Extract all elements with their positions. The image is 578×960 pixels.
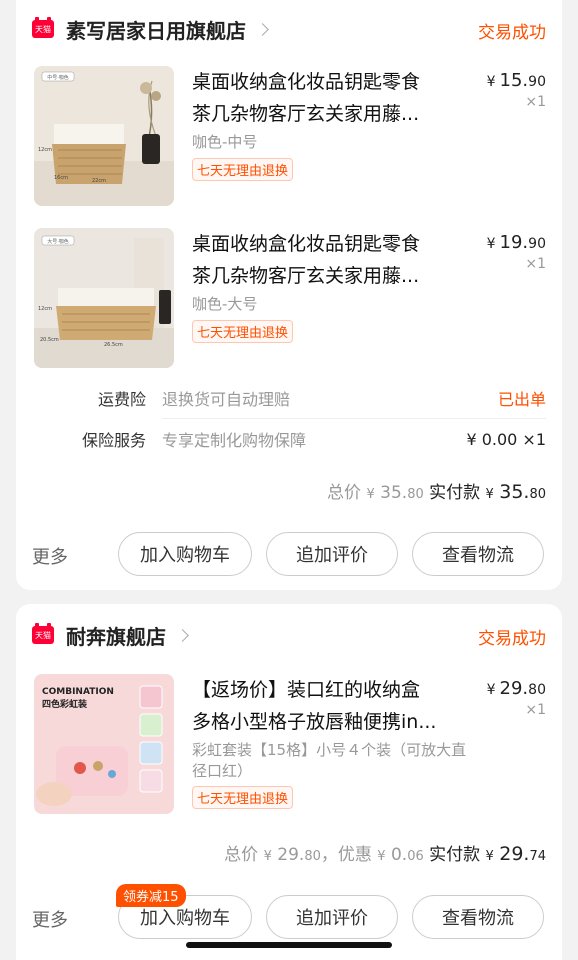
dim-width: 22cm — [92, 178, 106, 184]
product-sku: 咖色-中号 — [192, 133, 258, 151]
return-policy-tag: 七天无理由退换 — [192, 786, 294, 809]
product-title[interactable]: 桌面收纳盒化妆品钥匙零食 茶几杂物客厅玄关家用藤... — [192, 228, 462, 292]
product-price: ¥15.90 — [486, 70, 546, 91]
product-sku: 彩虹套装【15格】小号４个装（可放大直径口红） — [192, 741, 467, 780]
product-sku: 咖色-大号 — [192, 295, 258, 313]
product-quantity: ×1 — [525, 94, 546, 110]
shop-header[interactable]: 天猫 耐奔旗舰店 — [32, 620, 189, 650]
freight-insurance-row[interactable]: 运费险 退换货可自动理赔 已出单 — [34, 378, 546, 418]
view-logistics-button[interactable]: 查看物流 — [412, 895, 544, 939]
thumb-subtitle: 四色彩虹装 — [42, 698, 88, 710]
chevron-right-icon — [176, 628, 189, 642]
add-review-button[interactable]: 追加评价 — [266, 895, 398, 939]
order-status: 交易成功 — [478, 629, 546, 649]
dim-side: 12cm — [38, 147, 52, 153]
order-total: 总价 ¥ 29.80，优惠 ¥ 0.06 实付款 ¥ 29.74 — [224, 843, 546, 865]
dim-side: 12cm — [38, 306, 52, 312]
thumb-brand: COMBINATION — [42, 687, 114, 697]
coupon-badge: 领券减15 — [116, 884, 186, 907]
return-policy-tag: 七天无理由退换 — [192, 158, 294, 181]
tmall-badge-icon: 天猫 — [32, 17, 54, 38]
home-indicator[interactable] — [186, 942, 392, 948]
order-total: 总价 ¥ 35.80 实付款 ¥ 35.80 — [327, 481, 546, 503]
order-status: 交易成功 — [478, 23, 546, 43]
dim-depth: 16cm — [54, 175, 68, 181]
chevron-right-icon — [256, 22, 269, 36]
insurance-label: 保险服务 — [81, 431, 146, 450]
order-card: 天猫 耐奔旗舰店 交易成功 COMBINATION 四色彩虹装 【返场价】装口红… — [16, 604, 562, 960]
insurance-price: ¥ 0.00 ×1 — [466, 429, 546, 449]
insurance-text: 专享定制化购物保障 — [162, 431, 307, 450]
product-quantity: ×1 — [525, 702, 546, 718]
order-item[interactable]: 中号·咖色 12cm 16cm 22cm 桌面收纳盒化妆品钥匙零食 茶几杂物客厅… — [34, 66, 546, 206]
order-item[interactable]: COMBINATION 四色彩虹装 【返场价】装口红的收纳盒 多格小型格子放唇釉… — [34, 674, 546, 814]
product-quantity: ×1 — [525, 256, 546, 272]
more-button[interactable]: 更多 — [32, 543, 68, 569]
product-price: ¥19.90 — [486, 232, 546, 253]
insurance-row[interactable]: 保险服务 专享定制化购物保障 ¥ 0.00 ×1 — [34, 419, 546, 459]
product-thumbnail[interactable]: 大号·咖色 12cm 20.5cm 26.5cm — [34, 228, 174, 368]
shop-header[interactable]: 天猫 素写居家日用旗舰店 — [32, 14, 269, 44]
more-button[interactable]: 更多 — [32, 906, 68, 932]
shop-name[interactable]: 素写居家日用旗舰店 — [66, 15, 246, 44]
order-card: 天猫 素写居家日用旗舰店 交易成功 中号·咖色 12cm 16cm 22cm 桌… — [16, 0, 562, 590]
product-thumbnail[interactable]: 中号·咖色 12cm 16cm 22cm — [34, 66, 174, 206]
order-item[interactable]: 大号·咖色 12cm 20.5cm 26.5cm 桌面收纳盒化妆品钥匙零食 茶几… — [34, 228, 546, 368]
add-to-cart-button[interactable]: 加入购物车 — [118, 532, 252, 576]
add-review-button[interactable]: 追加评价 — [266, 532, 398, 576]
dim-depth: 20.5cm — [40, 337, 59, 343]
view-logistics-button[interactable]: 查看物流 — [412, 532, 544, 576]
product-title[interactable]: 桌面收纳盒化妆品钥匙零食 茶几杂物客厅玄关家用藤... — [192, 66, 462, 130]
freight-label: 运费险 — [97, 390, 146, 409]
dim-width: 26.5cm — [104, 342, 123, 348]
freight-status: 已出单 — [497, 390, 546, 409]
product-price: ¥29.80 — [486, 678, 546, 699]
product-thumbnail[interactable]: COMBINATION 四色彩虹装 — [34, 674, 174, 814]
thumb-label: 中号·咖色 — [47, 74, 69, 81]
thumb-label: 大号·咖色 — [47, 238, 69, 245]
product-title[interactable]: 【返场价】装口红的收纳盒 多格小型格子放唇釉便携in... — [192, 674, 462, 738]
return-policy-tag: 七天无理由退换 — [192, 320, 294, 343]
shop-name[interactable]: 耐奔旗舰店 — [66, 621, 166, 650]
tmall-badge-icon: 天猫 — [32, 623, 54, 644]
freight-text: 退换货可自动理赔 — [162, 390, 291, 409]
